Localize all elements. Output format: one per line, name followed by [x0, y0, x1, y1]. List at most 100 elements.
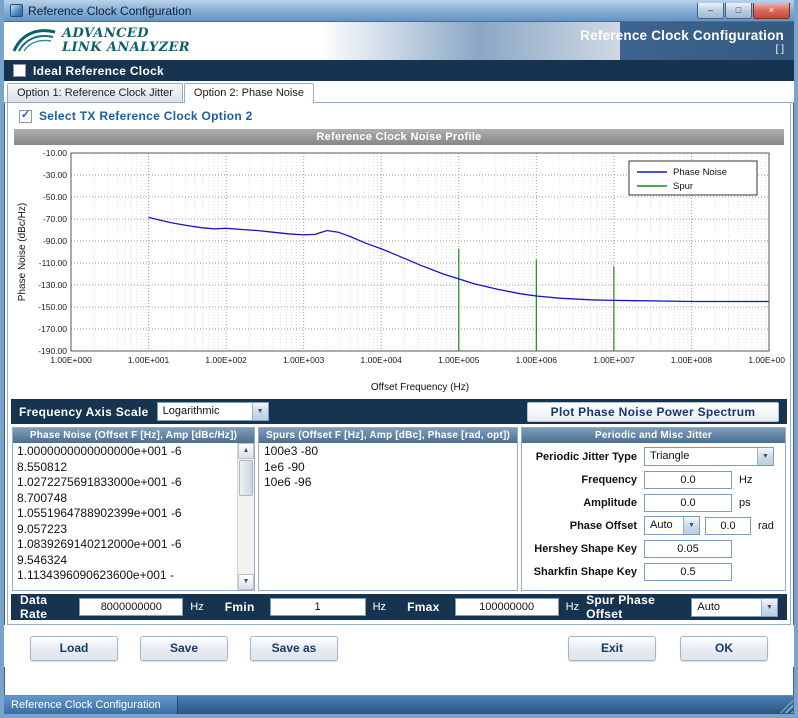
jitter-amplitude-label: Amplitude — [528, 497, 644, 509]
select-tx-option2-checkbox[interactable]: ✓ — [19, 110, 32, 123]
data-rate-input[interactable] — [79, 598, 183, 616]
tab-strip: Option 1: Reference Clock Jitter Option … — [4, 81, 794, 103]
ideal-reference-clock-label: Ideal Reference Clock — [33, 64, 164, 78]
spur-phase-offset-value: Auto — [692, 599, 761, 616]
jitter-frequency-unit: Hz — [739, 474, 752, 486]
svg-text:-130.00: -130.00 — [38, 280, 67, 290]
svg-text:1.00E+000: 1.00E+000 — [50, 355, 92, 365]
frequency-axis-scale-value: Logarithmic — [158, 403, 252, 420]
svg-text:1.00E+007: 1.00E+007 — [593, 355, 635, 365]
jitter-frequency-label: Frequency — [528, 474, 644, 486]
status-bar: Reference Clock Configuration — [4, 695, 794, 714]
phase-noise-list[interactable]: 1.0000000000000000e+001 -68.550812 1.027… — [13, 443, 189, 590]
frequency-axis-scale-label: Frequency Axis Scale — [19, 405, 149, 419]
spur-phase-offset-label: Spur Phase Offset — [586, 593, 684, 621]
app-icon — [10, 4, 23, 17]
ideal-reference-clock-checkbox[interactable] — [13, 64, 26, 77]
fmax-label: Fmax — [407, 600, 440, 614]
close-button[interactable]: × — [753, 3, 790, 19]
ideal-reference-clock-bar: Ideal Reference Clock — [4, 60, 794, 81]
data-rate-unit: Hz — [190, 601, 203, 613]
svg-text:1.00E+006: 1.00E+006 — [516, 355, 558, 365]
data-rate-label: Data Rate — [20, 593, 72, 621]
phase-noise-list-panel: Phase Noise (Offset F [Hz], Amp [dBc/Hz]… — [12, 427, 255, 591]
svg-text:Offset Frequency (Hz): Offset Frequency (Hz) — [371, 382, 469, 393]
jitter-amplitude-input[interactable] — [644, 494, 732, 512]
fmax-unit: Hz — [566, 601, 579, 613]
phase-offset-label: Phase Offset — [528, 520, 644, 532]
frequency-axis-scale-dropdown[interactable]: Logarithmic ▼ — [157, 402, 269, 421]
maximize-button[interactable]: □ — [725, 3, 752, 19]
chevron-down-icon: ▼ — [252, 403, 268, 420]
header-band: ADVANCED LINK ANALYZER Reference Clock C… — [4, 22, 794, 60]
svg-text:-190.00: -190.00 — [38, 346, 67, 356]
periodic-misc-jitter-header: Periodic and Misc Jitter — [522, 428, 785, 443]
phase-offset-unit: rad — [758, 520, 774, 532]
exit-button[interactable]: Exit — [568, 636, 656, 661]
scroll-down-icon[interactable]: ▼ — [238, 574, 254, 590]
dialog-window: Reference Clock Configuration – □ × ADVA… — [0, 0, 798, 718]
phase-noise-scrollbar[interactable]: ▲ ▼ — [237, 443, 254, 590]
load-button[interactable]: Load — [30, 636, 118, 661]
window-title: Reference Clock Configuration — [28, 4, 696, 18]
phase-noise-list-header: Phase Noise (Offset F [Hz], Amp [dBc/Hz]… — [13, 428, 254, 443]
sharkfin-shape-key-input[interactable] — [644, 563, 732, 581]
periodic-jitter-type-value: Triangle — [645, 448, 757, 465]
fmin-unit: Hz — [373, 601, 386, 613]
tab-option2-phase-noise[interactable]: Option 2: Phase Noise — [184, 83, 314, 103]
svg-text:Phase Noise (dBc/Hz): Phase Noise (dBc/Hz) — [17, 203, 28, 301]
select-tx-option2-label: Select TX Reference Clock Option 2 — [39, 109, 253, 123]
periodic-misc-jitter-panel: Periodic and Misc Jitter Periodic Jitter… — [521, 427, 786, 591]
phase-offset-input[interactable] — [705, 517, 751, 535]
svg-text:1.00E+005: 1.00E+005 — [438, 355, 480, 365]
spur-phase-offset-dropdown[interactable]: Auto ▼ — [691, 598, 778, 617]
svg-text:1.00E+001: 1.00E+001 — [128, 355, 170, 365]
scroll-up-icon[interactable]: ▲ — [238, 443, 254, 459]
title-bar[interactable]: Reference Clock Configuration – □ × — [4, 0, 794, 22]
frequency-axis-scale-bar: Frequency Axis Scale Logarithmic ▼ Plot … — [11, 399, 787, 424]
sharkfin-shape-key-label: Sharkfin Shape Key — [528, 566, 644, 578]
save-button[interactable]: Save — [140, 636, 228, 661]
spurs-list-header: Spurs (Offset F [Hz], Amp [dBc], Phase [… — [259, 428, 517, 443]
jitter-frequency-input[interactable] — [644, 471, 732, 489]
brand-line2: LINK ANALYZER — [62, 41, 190, 55]
brand-line1: ADVANCED — [62, 27, 190, 41]
svg-text:-70.00: -70.00 — [43, 214, 67, 224]
save-as-button[interactable]: Save as — [250, 636, 338, 661]
hershey-shape-key-label: Hershey Shape Key — [528, 543, 644, 555]
svg-text:-90.00: -90.00 — [43, 236, 67, 246]
svg-text:Phase Noise: Phase Noise — [673, 167, 727, 178]
svg-text:Spur: Spur — [673, 181, 693, 192]
svg-text:1.00E+002: 1.00E+002 — [205, 355, 247, 365]
resize-grip[interactable] — [780, 700, 793, 713]
svg-text:1.00E+004: 1.00E+004 — [361, 355, 403, 365]
plot-phase-noise-power-spectrum-button[interactable]: Plot Phase Noise Power Spectrum — [527, 402, 779, 422]
svg-text:-170.00: -170.00 — [38, 324, 67, 334]
scrollbar-thumb[interactable] — [239, 460, 253, 496]
check-icon: ✓ — [21, 110, 30, 121]
svg-text:-30.00: -30.00 — [43, 170, 67, 180]
svg-text:-50.00: -50.00 — [43, 192, 67, 202]
svg-text:-10.00: -10.00 — [43, 148, 67, 158]
fmin-input[interactable] — [270, 598, 366, 616]
svg-text:-110.00: -110.00 — [39, 258, 67, 268]
data-rate-bar: Data Rate Hz Fmin Hz Fmax Hz Spur Phase … — [11, 594, 787, 620]
spurs-list[interactable]: 100e3 -80 1e6 -90 10e6 -96 — [259, 443, 517, 491]
ok-button[interactable]: OK — [680, 636, 768, 661]
fmax-input[interactable] — [455, 598, 559, 616]
jitter-amplitude-unit: ps — [739, 497, 751, 509]
chart-title-bar: Reference Clock Noise Profile — [14, 129, 784, 145]
brand-logo: ADVANCED LINK ANALYZER — [12, 27, 190, 55]
status-text: Reference Clock Configuration — [4, 696, 178, 714]
chevron-down-icon: ▼ — [761, 599, 777, 616]
chevron-down-icon: ▼ — [683, 517, 699, 534]
periodic-jitter-type-dropdown[interactable]: Triangle ▼ — [644, 447, 774, 466]
hershey-shape-key-input[interactable] — [644, 540, 732, 558]
page-subtitle: [ ] — [580, 44, 784, 55]
phase-offset-mode-dropdown[interactable]: Auto ▼ — [644, 516, 700, 535]
svg-text:1.00E+003: 1.00E+003 — [283, 355, 325, 365]
periodic-jitter-type-label: Periodic Jitter Type — [528, 451, 644, 463]
minimize-button[interactable]: – — [697, 3, 724, 19]
phase-offset-mode-value: Auto — [645, 517, 683, 534]
tab-option1-reference-clock-jitter[interactable]: Option 1: Reference Clock Jitter — [7, 83, 183, 102]
